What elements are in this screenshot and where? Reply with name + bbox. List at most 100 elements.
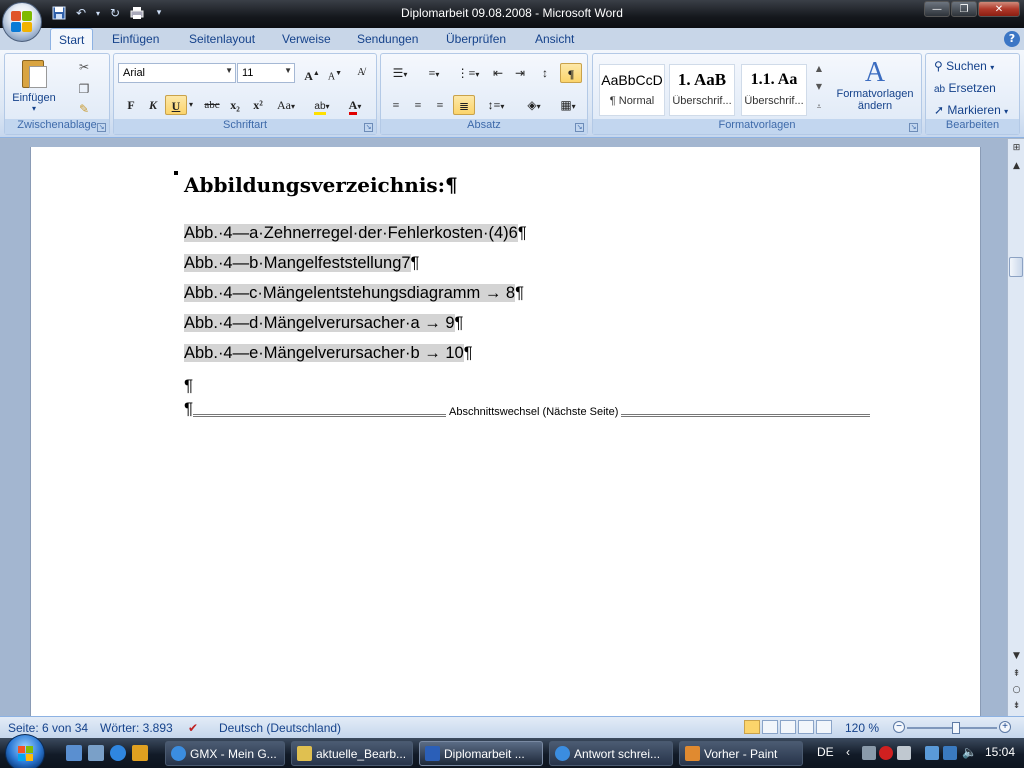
section-break-paragraph[interactable]: ¶ xyxy=(184,399,193,419)
list-item[interactable]: Abb.·4—c·Mängelentstehungsdiagramm → 8¶ xyxy=(184,284,524,303)
line-spacing-icon[interactable]: ↕≡▾ xyxy=(481,95,511,115)
list-item[interactable]: Abb.·4—a·Zehnerregel·der·Fehlerkosten·(4… xyxy=(184,224,527,243)
dialog-launcher-icon[interactable]: ↘ xyxy=(364,123,373,132)
language-indicator[interactable]: Deutsch (Deutschland) xyxy=(219,721,341,735)
taskbar-item-reply[interactable]: Antwort schrei... xyxy=(549,741,673,766)
scroll-up-icon[interactable]: ▲ xyxy=(1009,159,1024,174)
start-button[interactable] xyxy=(5,734,45,768)
tab-ueberpruefen[interactable]: Überprüfen xyxy=(438,28,514,50)
office-button[interactable] xyxy=(2,2,42,42)
outline-view-icon[interactable] xyxy=(798,720,814,734)
minimize-icon[interactable]: — xyxy=(924,1,950,17)
change-case-button[interactable]: Aa▾ xyxy=(272,95,300,115)
chevron-left-icon[interactable]: ‹ xyxy=(846,745,850,759)
list-item[interactable]: Abb.·4—d·Mängelverursacher·a → 9¶ xyxy=(184,314,463,333)
style-heading-1[interactable]: 1. AaB Überschrif... xyxy=(669,64,735,116)
borders-icon[interactable]: ▦▾ xyxy=(553,95,583,115)
cut-icon[interactable]: ✂ xyxy=(75,58,93,76)
zoom-slider[interactable]: − + xyxy=(893,721,1011,734)
document-page[interactable]: Abbildungsverzeichnis:¶ Abb.·4—a·Zehnerr… xyxy=(30,147,981,716)
word-count[interactable]: Wörter: 3.893 xyxy=(100,721,173,735)
font-size-combo[interactable]: 11 ▼ xyxy=(237,63,295,83)
browse-object-icon[interactable]: ○ xyxy=(1009,683,1024,698)
close-icon[interactable]: ✕ xyxy=(978,1,1020,17)
previous-page-icon[interactable]: ⇞ xyxy=(1009,667,1024,682)
clock[interactable]: 15:04 xyxy=(985,745,1015,759)
ie-icon[interactable] xyxy=(110,745,126,761)
tray-monitor-icon[interactable] xyxy=(925,746,939,760)
restore-icon[interactable]: ❐ xyxy=(951,1,977,17)
shading-icon[interactable]: ◈▾ xyxy=(519,95,549,115)
proofing-icon[interactable]: ✔ xyxy=(188,721,198,735)
style-heading-2[interactable]: 1.1. Aa Überschrif... xyxy=(741,64,807,116)
bold-button[interactable]: F xyxy=(120,95,142,115)
justify-icon[interactable]: ≣ xyxy=(453,95,475,115)
styles-scroll-down-icon[interactable]: ▼ xyxy=(813,78,825,96)
decrease-indent-icon[interactable]: ⇤ xyxy=(487,63,509,83)
align-right-icon[interactable]: ≡ xyxy=(429,95,451,115)
list-item[interactable]: Abb.·4—e·Mängelverursacher·b → 10¶ xyxy=(184,344,473,363)
tab-einfuegen[interactable]: Einfügen xyxy=(104,28,167,50)
zoom-level[interactable]: 120 % xyxy=(845,721,879,735)
tab-sendungen[interactable]: Sendungen xyxy=(349,28,426,50)
clear-format-icon[interactable]: A̸ xyxy=(350,63,372,83)
dialog-launcher-icon[interactable]: ↘ xyxy=(575,123,584,132)
zoom-out-icon[interactable]: − xyxy=(893,721,905,733)
multilevel-list-icon[interactable]: ⋮≡▾ xyxy=(453,63,483,83)
styles-scroll-up-icon[interactable]: ▲ xyxy=(813,60,825,78)
taskbar-item-gmx[interactable]: GMX - Mein G... xyxy=(165,741,285,766)
grow-font-button[interactable]: A▲ xyxy=(301,63,323,83)
scroll-thumb[interactable] xyxy=(1009,257,1023,277)
show-desktop-icon[interactable] xyxy=(66,745,82,761)
full-screen-reading-icon[interactable] xyxy=(762,720,778,734)
font-color-button[interactable]: A▾ xyxy=(340,95,370,115)
web-layout-icon[interactable] xyxy=(780,720,796,734)
select-button[interactable]: ➚ Markieren ▾ xyxy=(934,103,1008,117)
replace-button[interactable]: ab Ersetzen xyxy=(934,81,996,95)
ruler-toggle-icon[interactable]: ⊞ xyxy=(1009,141,1024,156)
copy-icon[interactable]: ❐ xyxy=(75,80,93,98)
strikethrough-button[interactable]: abc xyxy=(201,95,223,115)
volume-icon[interactable]: 🔈 xyxy=(962,745,977,759)
chevron-down-icon[interactable]: ▾ xyxy=(186,95,196,115)
change-styles-button[interactable]: A Formatvorlagen ändern xyxy=(831,58,919,113)
style-normal[interactable]: AaBbCcD ¶ Normal xyxy=(599,64,665,116)
align-left-icon[interactable]: ≡ xyxy=(385,95,407,115)
paste-button[interactable]: Einfügen ▾ xyxy=(9,58,59,113)
sort-icon[interactable]: ↕ xyxy=(534,63,556,83)
empty-paragraph[interactable]: ¶ xyxy=(184,376,193,396)
draft-view-icon[interactable] xyxy=(816,720,832,734)
underline-button[interactable]: U xyxy=(165,95,187,115)
tray-connection-icon[interactable] xyxy=(943,746,957,760)
tab-seitenlayout[interactable]: Seitenlayout xyxy=(181,28,263,50)
vertical-scrollbar[interactable]: ⊞ ▲ ▼ ⇞ ○ ⇟ xyxy=(1007,139,1024,716)
shrink-font-button[interactable]: A▼ xyxy=(324,63,346,83)
document-heading[interactable]: Abbildungsverzeichnis:¶ xyxy=(184,173,458,197)
scroll-down-icon[interactable]: ▼ xyxy=(1009,649,1024,664)
help-icon[interactable]: ? xyxy=(1004,31,1020,47)
taskbar-item-word[interactable]: Diplomarbeit ... xyxy=(419,741,543,766)
window-switcher-icon[interactable] xyxy=(88,745,104,761)
list-item[interactable]: Abb.·4—b·Mangelfeststellung7¶ xyxy=(184,254,419,273)
language-bar[interactable]: DE xyxy=(817,745,834,759)
italic-button[interactable]: K xyxy=(142,95,164,115)
taskbar-item-paint[interactable]: Vorher - Paint xyxy=(679,741,803,766)
superscript-button[interactable]: x² xyxy=(247,95,269,115)
media-player-icon[interactable] xyxy=(132,745,148,761)
tray-network-icon[interactable] xyxy=(862,746,876,760)
taskbar-item-folder[interactable]: aktuelle_Bearb... xyxy=(291,741,413,766)
tab-start[interactable]: Start xyxy=(50,28,94,50)
tray-acrobat-icon[interactable] xyxy=(879,746,893,760)
page-indicator[interactable]: Seite: 6 von 34 xyxy=(8,721,88,735)
format-painter-icon[interactable]: ✎ xyxy=(75,100,93,118)
font-name-combo[interactable]: Arial ▼ xyxy=(118,63,236,83)
dialog-launcher-icon[interactable]: ↘ xyxy=(97,123,106,132)
increase-indent-icon[interactable]: ⇥ xyxy=(509,63,531,83)
tab-ansicht[interactable]: Ansicht xyxy=(527,28,582,50)
print-layout-icon[interactable] xyxy=(744,720,760,734)
styles-more-icon[interactable]: ⩡ xyxy=(813,98,825,116)
tab-verweise[interactable]: Verweise xyxy=(274,28,339,50)
bullets-icon[interactable]: ☰▾ xyxy=(385,63,415,83)
zoom-thumb[interactable] xyxy=(952,722,961,734)
next-page-icon[interactable]: ⇟ xyxy=(1009,699,1024,714)
